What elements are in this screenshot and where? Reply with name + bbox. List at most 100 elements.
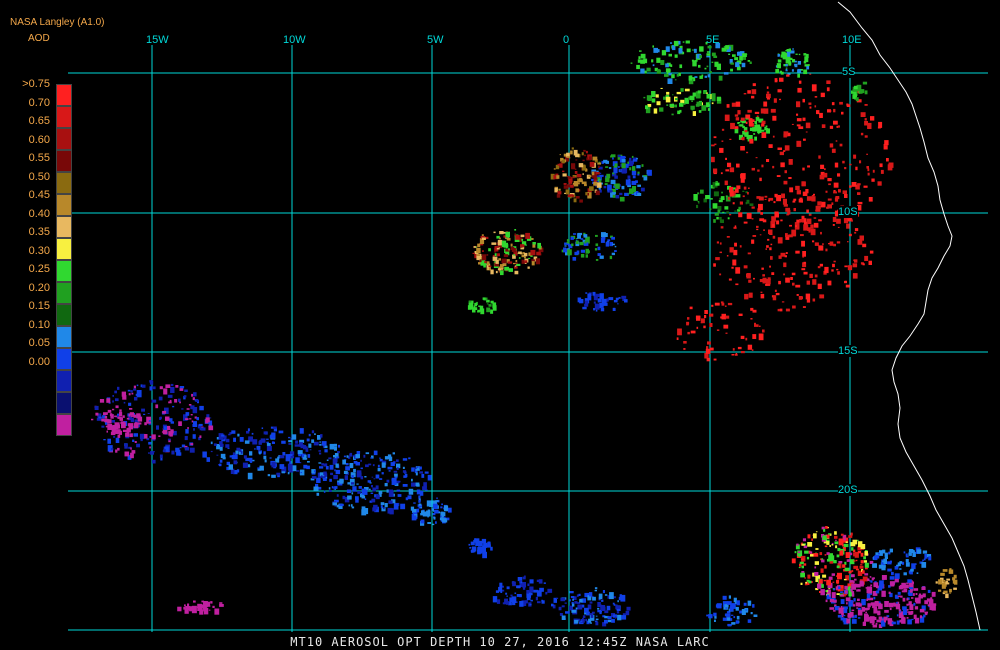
aod-pixel [190,414,193,416]
aod-pixel [524,256,526,259]
aod-pixel [267,474,271,477]
aod-pixel [174,399,178,403]
aod-pixel [179,447,182,449]
aod-pixel [514,270,519,275]
aod-pixel [706,92,708,94]
aod-pixel [731,614,734,616]
aod-pixel [206,457,210,462]
aod-pixel [439,517,444,521]
aod-pixel [147,413,150,414]
aod-pixel [410,506,415,511]
aod-pixel [565,611,570,614]
aod-pixel [833,108,836,113]
aod-pixel [149,386,153,391]
aod-pixel [647,97,653,101]
aod-pixel [104,415,108,419]
aod-pixel [595,234,598,237]
aod-pixel [764,126,767,131]
aod-pixel [713,263,716,267]
aod-pixel [887,568,892,572]
aod-pixel [369,488,371,491]
legend-swatch [56,282,72,304]
aod-pixel [264,459,267,463]
aod-pixel [627,161,629,164]
aod-pixel [300,472,302,474]
aod-pixel [435,500,439,502]
aod-pixel [576,173,582,178]
aod-pixel [232,452,236,455]
aod-pixel [734,114,739,117]
aod-pixel [796,113,799,116]
aod-pixel [444,505,449,512]
aod-pixel [766,245,769,248]
aod-pixel [751,89,757,95]
aod-pixel [565,189,570,195]
aod-pixel [731,266,734,269]
aod-pixel [881,575,887,580]
aod-pixel [805,122,811,129]
aerosol-pixels [91,40,958,628]
aod-pixel [190,443,194,446]
aod-pixel [561,160,565,164]
aod-pixel [752,127,757,132]
aod-pixel [124,451,130,457]
aod-pixel [656,101,661,106]
aod-pixel [781,301,785,303]
aod-pixel [817,283,822,289]
aod-pixel [798,126,804,129]
aod-pixel [913,602,916,606]
caption: MT10 AEROSOL OPT DEPTH 10 27, 2016 12:45… [290,635,710,649]
aod-pixel [911,563,916,570]
aod-pixel [647,169,652,176]
aod-pixel [355,496,359,500]
aod-pixel [914,606,919,610]
aod-pixel [829,143,834,148]
aod-pixel [500,270,504,276]
aod-pixel [404,473,408,478]
aod-pixel [748,187,750,189]
lat-label-10s: 10S [838,206,858,218]
aod-pixel [877,181,882,186]
aod-pixel [845,284,850,288]
aod-pixel [738,313,743,316]
aod-pixel [346,489,352,493]
aod-pixel [889,602,894,608]
legend-label: 0.20 [28,281,50,294]
aod-pixel [845,597,851,602]
aod-pixel [903,572,907,576]
aod-pixel [776,63,781,69]
aod-pixel [846,103,849,106]
aod-pixel [720,197,725,200]
aod-pixel [124,443,128,449]
aod-pixel [883,558,887,564]
aod-pixel [814,96,818,98]
aod-pixel [607,184,612,191]
aod-pixel [746,212,752,219]
aod-pixel [725,332,728,334]
aod-pixel [496,599,501,604]
aod-pixel [501,258,507,264]
aod-pixel [673,40,679,47]
aod-pixel [872,624,878,628]
aod-pixel [348,504,351,507]
aod-pixel [570,596,575,599]
aod-pixel [416,489,421,495]
aod-pixel [723,324,729,329]
aod-pixel [876,619,882,623]
aod-pixel [161,431,165,433]
aod-pixel [779,70,782,73]
aod-pixel [661,50,667,56]
aod-pixel [740,351,745,354]
aod-pixel [831,102,835,106]
aod-pixel [513,262,516,265]
aod-pixel [853,154,857,159]
aod-pixel [848,233,852,237]
aod-pixel [891,571,894,576]
aod-pixel [597,253,601,256]
aod-pixel [778,280,781,285]
aod-pixel [821,558,824,560]
aod-pixel [342,459,346,465]
aod-pixel [749,138,754,144]
aod-pixel [391,477,397,485]
aod-pixel [566,241,570,244]
